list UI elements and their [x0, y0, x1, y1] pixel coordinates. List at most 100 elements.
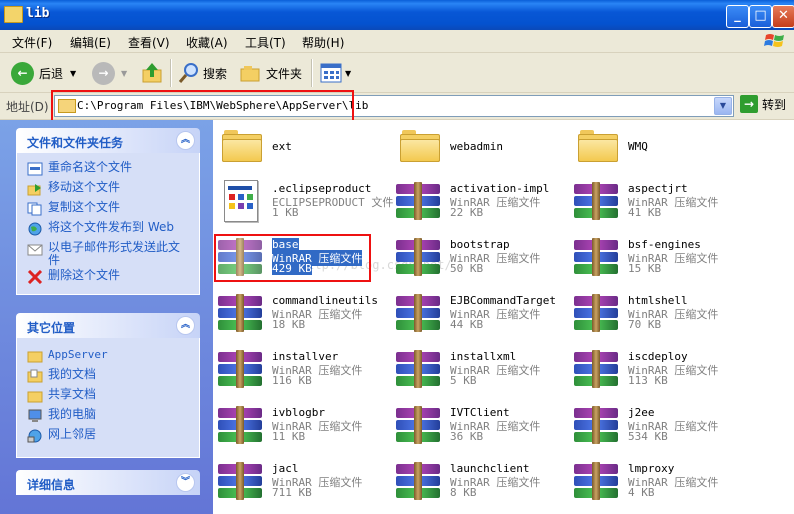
move-icon — [27, 184, 41, 196]
file-size: 70 KB — [628, 318, 662, 331]
forward-arrow-icon: → — [92, 61, 115, 85]
file-item[interactable]: .eclipseproduct ECLIPSEPRODUCT 文件 1 KB — [214, 178, 393, 230]
file-size: 11 KB — [272, 430, 306, 443]
winrar-archive-icon — [396, 462, 440, 500]
address-dropdown-button[interactable]: ▼ — [714, 97, 732, 115]
window-title: lib — [26, 6, 50, 21]
file-item[interactable]: commandlineutils WinRAR 压缩文件 18 KB — [214, 290, 384, 342]
place-my-computer-link[interactable]: 我的电脑 — [27, 408, 96, 423]
file-size: 5 KB — [450, 374, 477, 387]
file-size: 116 KB — [272, 374, 312, 387]
file-size: 18 KB — [272, 318, 306, 331]
menu-tools[interactable]: 工具(T) — [245, 34, 286, 51]
file-tasks-header[interactable]: 文件和文件夹任务 ︽ — [16, 128, 200, 153]
minimize-button[interactable]: _ — [726, 5, 749, 28]
menu-favorites[interactable]: 收藏(A) — [186, 34, 228, 51]
menu-bar: 文件(F) 编辑(E) 查看(V) 收藏(A) 工具(T) 帮助(H) — [0, 30, 794, 53]
details-title: 详细信息 — [27, 478, 76, 492]
other-places-panel: AppServer 我的文档 共享文档 我的电脑 网上邻居 — [16, 338, 200, 458]
folder-icon — [4, 6, 23, 23]
chevron-down-icon: ▼ — [121, 68, 128, 78]
search-label: 搜索 — [203, 66, 228, 81]
go-button[interactable]: → 转到 — [740, 95, 786, 113]
title-bar[interactable]: lib _ □ ✕ — [0, 0, 794, 30]
file-size: 22 KB — [450, 206, 484, 219]
winrar-archive-icon — [396, 238, 440, 276]
document-icon — [224, 180, 258, 222]
winrar-archive-icon — [218, 406, 262, 444]
file-item[interactable]: IVTClient WinRAR 压缩文件 36 KB — [392, 402, 562, 454]
collapse-icon[interactable]: ︽ — [176, 131, 195, 150]
file-item[interactable]: ext — [214, 122, 384, 174]
views-button[interactable]: ▼ — [320, 60, 351, 86]
file-item[interactable]: iscdeploy WinRAR 压缩文件 113 KB — [570, 346, 740, 398]
task-pane: 文件和文件夹任务 ︽ 重命名这个文件 移动这个文件 复制这个文件 将这个文件发布… — [0, 120, 213, 514]
file-item[interactable]: j2ee WinRAR 压缩文件 534 KB — [570, 402, 740, 454]
back-arrow-icon: ← — [11, 61, 34, 85]
place-my-documents-link[interactable]: 我的文档 — [27, 368, 96, 383]
up-folder-button[interactable] — [141, 60, 163, 86]
file-item[interactable]: launchclient WinRAR 压缩文件 8 KB — [392, 458, 562, 510]
winrar-archive-icon — [218, 350, 262, 388]
go-label: 转到 — [762, 97, 787, 112]
file-item[interactable]: EJBCommandTarget WinRAR 压缩文件 44 KB — [392, 290, 562, 342]
file-item[interactable]: jacl WinRAR 压缩文件 711 KB — [214, 458, 384, 510]
back-button[interactable]: ← 后退 ▼ — [11, 60, 76, 86]
copy-file-link[interactable]: 复制这个文件 — [27, 201, 120, 216]
file-item[interactable]: installver WinRAR 压缩文件 116 KB — [214, 346, 384, 398]
rename-file-link[interactable]: 重命名这个文件 — [27, 161, 132, 176]
my-documents-icon — [27, 369, 43, 383]
folders-icon — [240, 66, 260, 82]
file-item[interactable]: ivblogbr WinRAR 压缩文件 11 KB — [214, 402, 384, 454]
winrar-archive-icon — [396, 182, 440, 220]
menu-edit[interactable]: 编辑(E) — [70, 34, 111, 51]
other-places-header[interactable]: 其它位置 ︽ — [16, 313, 200, 338]
shared-folder-icon — [27, 391, 43, 403]
file-name: webadmin — [450, 140, 503, 153]
forward-button[interactable]: → ▼ — [92, 60, 127, 86]
selection-highlight-annotation — [214, 234, 371, 282]
winrar-archive-icon — [396, 350, 440, 388]
file-item[interactable]: aspectjrt WinRAR 压缩文件 41 KB — [570, 178, 740, 230]
publish-web-link[interactable]: 将这个文件发布到 Web — [27, 221, 174, 236]
file-size: 41 KB — [628, 206, 662, 219]
collapse-icon[interactable]: ︽ — [176, 316, 195, 335]
file-item[interactable]: lmproxy WinRAR 压缩文件 4 KB — [570, 458, 740, 510]
file-size: 711 KB — [272, 486, 312, 499]
place-appserver-link[interactable]: AppServer — [27, 348, 108, 363]
folders-button[interactable]: 文件夹 — [240, 60, 302, 86]
place-network-link[interactable]: 网上邻居 — [27, 428, 96, 443]
file-item[interactable]: activation-impl WinRAR 压缩文件 22 KB — [392, 178, 562, 230]
file-size: 36 KB — [450, 430, 484, 443]
email-file-link[interactable]: 以电子邮件形式发送此文件 — [27, 241, 187, 267]
file-item[interactable]: webadmin — [392, 122, 562, 174]
menu-file[interactable]: 文件(F) — [12, 34, 52, 51]
windows-logo-icon — [764, 34, 784, 47]
file-size: 4 KB — [628, 486, 655, 499]
file-item[interactable]: bsf-engines WinRAR 压缩文件 15 KB — [570, 234, 740, 286]
menu-view[interactable]: 查看(V) — [128, 34, 170, 51]
network-icon — [27, 429, 42, 443]
delete-file-link[interactable]: 删除这个文件 — [27, 269, 120, 284]
place-shared-documents-link[interactable]: 共享文档 — [27, 388, 96, 403]
folder-icon — [578, 130, 618, 162]
file-item[interactable]: bootstrap WinRAR 压缩文件 50 KB — [392, 234, 562, 286]
winrar-archive-icon — [218, 294, 262, 332]
maximize-button[interactable]: □ — [749, 5, 772, 28]
up-folder-icon — [142, 63, 162, 83]
file-item[interactable]: htmlshell WinRAR 压缩文件 70 KB — [570, 290, 740, 342]
details-header[interactable]: 详细信息 ︾ — [16, 470, 200, 495]
folder-icon — [222, 130, 262, 162]
file-item[interactable]: installxml WinRAR 压缩文件 5 KB — [392, 346, 562, 398]
file-item[interactable]: WMQ — [570, 122, 740, 174]
file-name: ext — [272, 140, 292, 153]
expand-icon[interactable]: ︾ — [176, 473, 195, 492]
copy-icon — [27, 202, 42, 216]
move-file-link[interactable]: 移动这个文件 — [27, 181, 120, 196]
chevron-down-icon: ▼ — [345, 68, 352, 78]
other-places-title: 其它位置 — [27, 321, 76, 335]
file-size: 534 KB — [628, 430, 668, 443]
menu-help[interactable]: 帮助(H) — [302, 34, 344, 51]
close-button[interactable]: ✕ — [772, 5, 794, 28]
search-button[interactable]: 搜索 — [178, 60, 227, 86]
